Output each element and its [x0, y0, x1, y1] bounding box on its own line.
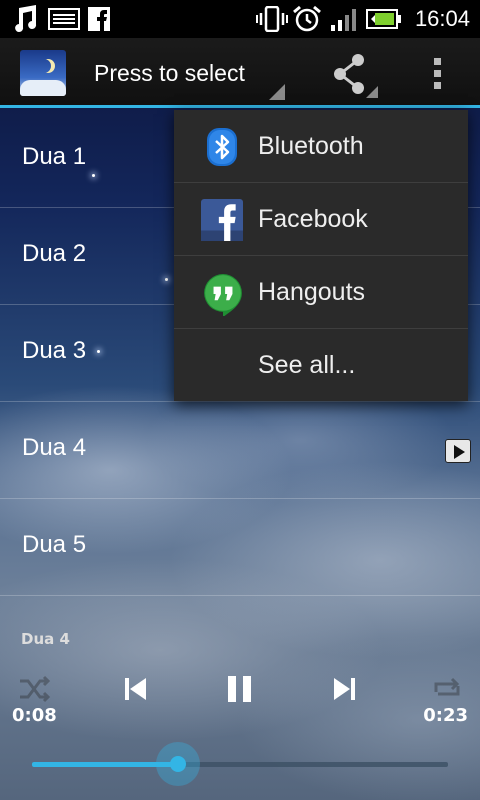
pause-button[interactable] — [223, 672, 257, 706]
share-menu: Bluetooth Facebook Hangouts See all... — [174, 110, 468, 401]
list-item-label: Dua 1 — [22, 143, 87, 170]
share-option-label: Facebook — [258, 205, 368, 233]
status-time: 16:04 — [414, 6, 470, 31]
bluetooth-icon — [207, 128, 237, 166]
share-option-label: Bluetooth — [258, 132, 364, 160]
elapsed-time: 0:08 — [12, 705, 57, 726]
overflow-menu-button[interactable] — [428, 56, 448, 92]
list-item-label: Dua 3 — [22, 337, 87, 364]
app-icon[interactable] — [20, 50, 66, 96]
share-option-bluetooth[interactable]: Bluetooth — [174, 110, 468, 183]
share-option-facebook[interactable]: Facebook — [174, 183, 468, 256]
hangouts-icon — [204, 274, 242, 316]
seek-bar[interactable] — [32, 762, 448, 767]
facebook-icon — [201, 199, 243, 241]
seek-bar-thumb-core — [169, 756, 186, 772]
battery-icon — [366, 9, 401, 29]
now-playing-icon — [445, 439, 471, 463]
share-option-hangouts[interactable]: Hangouts — [174, 256, 468, 329]
previous-button[interactable] — [118, 672, 152, 706]
share-button[interactable] — [330, 52, 380, 98]
share-icon — [334, 54, 378, 98]
action-bar: Press to select — [0, 38, 480, 108]
music-note-icon — [15, 5, 37, 32]
player-panel: Dua 4 0:08 0:23 — [0, 620, 480, 800]
seek-bar-thumb[interactable] — [155, 742, 200, 786]
list-item-label: Dua 5 — [22, 531, 87, 558]
shuffle-button[interactable] — [18, 672, 52, 706]
duration-time: 0:23 — [423, 705, 468, 726]
list-item[interactable]: Dua 4 — [0, 402, 480, 499]
now-playing-title: Dua 4 — [21, 630, 70, 648]
image-icon — [48, 8, 80, 30]
share-option-label: Hangouts — [258, 278, 366, 306]
share-option-see-all[interactable]: See all... — [174, 329, 468, 402]
vibrate-icon — [256, 6, 288, 32]
overflow-dot — [434, 82, 441, 89]
list-item-label: Dua 2 — [22, 240, 87, 267]
spinner-indicator-icon — [269, 84, 285, 100]
overflow-dot — [434, 70, 441, 77]
signal-icon — [331, 9, 356, 31]
share-option-label: See all... — [258, 351, 356, 379]
repeat-button[interactable] — [430, 672, 464, 706]
overflow-dot — [434, 58, 441, 65]
next-button[interactable] — [328, 672, 362, 706]
moon-icon — [37, 59, 51, 73]
list-item-label: Dua 4 — [22, 434, 87, 461]
alarm-icon — [293, 5, 321, 32]
cloud-icon — [20, 80, 66, 96]
status-bar: 16:04 — [0, 0, 480, 38]
facebook-icon — [88, 7, 110, 31]
playlist-selector[interactable]: Press to select — [94, 60, 245, 87]
list-item[interactable]: Dua 5 — [0, 499, 480, 596]
